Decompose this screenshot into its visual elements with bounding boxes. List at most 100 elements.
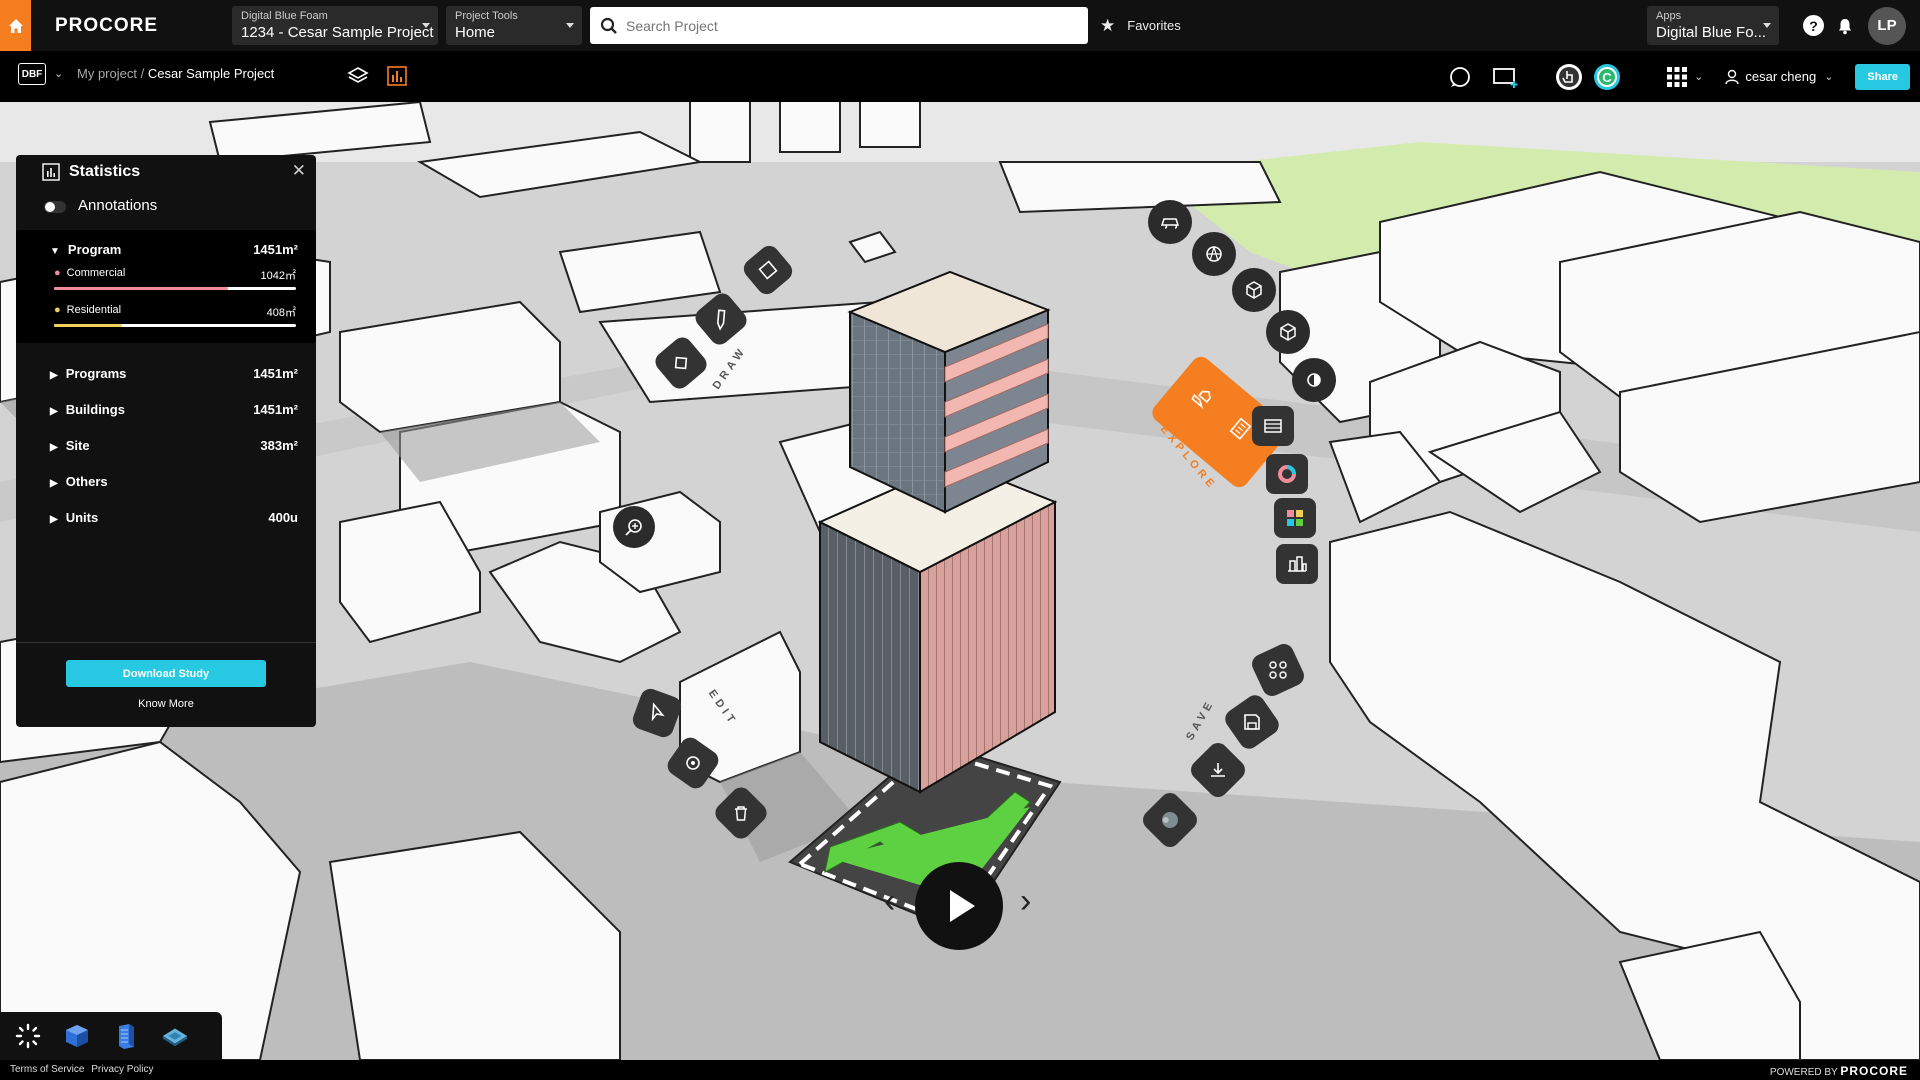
program-row[interactable]: ▼ Program 1451m²: [50, 242, 298, 257]
residential-bar-fill: [54, 324, 122, 327]
project-tools-label: Project Tools: [455, 10, 518, 22]
buildings-row[interactable]: ▶ Buildings 1451m²: [50, 402, 298, 417]
loading-spinner-icon[interactable]: [14, 1022, 42, 1050]
city-icon: [1288, 556, 1307, 572]
statistics-header: Statistics: [42, 163, 140, 181]
buildings-value: 1451m²: [253, 402, 298, 417]
layers-icon: [347, 67, 369, 83]
brightness-icon: [1307, 373, 1321, 387]
caret-down-icon: ▼: [50, 246, 60, 257]
grid-color-button[interactable]: [1274, 498, 1316, 538]
help-icon[interactable]: ?: [1803, 15, 1824, 36]
pen-icon: [716, 309, 726, 331]
residential-bar: [54, 324, 296, 327]
annotations-toggle[interactable]: [44, 201, 66, 213]
commercial-row: ● Commercial 1042㎡: [54, 267, 296, 283]
chevron-down-icon: [1763, 23, 1771, 28]
svg-text:C: C: [1602, 70, 1612, 85]
procore-logo[interactable]: PROCORE: [55, 15, 195, 37]
company-dropdown-value: 1234 - Cesar Sample Project: [241, 24, 434, 41]
caret-right-icon: ▶: [50, 514, 58, 525]
bottom-toolbar: [0, 1012, 222, 1060]
units-label: Units: [65, 510, 99, 525]
blue-tower-icon[interactable]: [112, 1022, 140, 1050]
previous-arrow[interactable]: ‹: [884, 882, 895, 921]
annotations-label: Annotations: [78, 197, 158, 214]
sun-icon: [1206, 246, 1222, 262]
city-button[interactable]: [1276, 544, 1318, 584]
color-ring-button[interactable]: [1266, 454, 1308, 494]
others-row[interactable]: ▶ Others: [50, 474, 298, 489]
know-more-link[interactable]: Know More: [16, 698, 316, 710]
download-icon: [1211, 763, 1225, 777]
residential-dot: ●: [54, 304, 61, 316]
massing-button[interactable]: [1232, 268, 1276, 312]
layers-button[interactable]: [343, 61, 373, 91]
car-button[interactable]: [1148, 200, 1192, 244]
site-label: Site: [65, 438, 90, 453]
donut-chart-icon: [1278, 465, 1296, 483]
statistics-toggle-button[interactable]: [382, 61, 412, 91]
site-row[interactable]: ▶ Site 383m²: [50, 438, 298, 453]
search-input[interactable]: [626, 17, 1066, 34]
trash-icon: [735, 806, 747, 821]
topbar-right: Apps Digital Blue Fo... ? LP: [1647, 0, 1920, 51]
avatar[interactable]: LP: [1868, 6, 1906, 45]
share-button[interactable]: Share: [1855, 63, 1910, 90]
programs-row[interactable]: ▶ Programs 1451m²: [50, 366, 298, 381]
chevron-down-icon: [566, 23, 574, 28]
zoom-in-button[interactable]: [613, 506, 655, 548]
bar-chart-icon: [387, 66, 407, 86]
hand-house-icon: [1191, 390, 1211, 409]
chevron-down-icon[interactable]: ⌄: [1694, 70, 1703, 83]
options-icon: [1269, 661, 1287, 679]
light-button[interactable]: [1292, 358, 1336, 402]
hand-touch-icon[interactable]: [1554, 62, 1584, 92]
screen-add-icon[interactable]: [1492, 65, 1520, 89]
site-plan-icon[interactable]: [161, 1022, 189, 1050]
user-name: cesar cheng: [1745, 69, 1817, 84]
bell-icon[interactable]: [1836, 17, 1854, 35]
apps-value: Digital Blue Fo...: [1656, 24, 1767, 41]
caret-right-icon: ▶: [50, 406, 58, 417]
play-button[interactable]: [915, 862, 1003, 950]
company-dropdown-label: Digital Blue Foam: [241, 10, 328, 22]
project-tools-dropdown[interactable]: Project Tools Home: [446, 6, 582, 45]
download-study-button[interactable]: Download Study: [66, 660, 266, 687]
sphere-icon: [1161, 812, 1178, 828]
play-icon: [950, 890, 975, 922]
star-icon: ★: [1100, 15, 1116, 35]
sun-path-button[interactable]: [1192, 232, 1236, 276]
units-row[interactable]: ▶ Units 400u: [50, 510, 298, 525]
close-icon[interactable]: ✕: [292, 161, 306, 181]
comment-icon[interactable]: [1448, 65, 1472, 89]
apps-dropdown[interactable]: Apps Digital Blue Fo...: [1647, 6, 1779, 45]
home-button[interactable]: [0, 0, 31, 51]
floors-button[interactable]: [1252, 406, 1294, 446]
home-icon: [8, 18, 23, 33]
commercial-bar: [54, 287, 296, 290]
privacy-link[interactable]: Privacy Policy: [91, 1064, 153, 1075]
powered-by-brand: PROCORE: [1840, 1064, 1908, 1078]
breadcrumb-separator: /: [140, 66, 145, 81]
company-dropdown[interactable]: Digital Blue Foam 1234 - Cesar Sample Pr…: [232, 6, 438, 45]
zoom-in-icon: [625, 519, 642, 536]
c-brand-icon[interactable]: C: [1592, 62, 1622, 92]
user-menu[interactable]: cesar cheng ⌄: [1725, 69, 1833, 85]
terms-link[interactable]: Terms of Service: [10, 1064, 84, 1075]
breadcrumb-parent[interactable]: My project: [77, 66, 137, 81]
next-arrow[interactable]: ›: [1020, 882, 1031, 921]
chevron-down-icon[interactable]: ⌄: [54, 67, 63, 80]
rotate-icon: [686, 756, 700, 770]
blue-cube-icon[interactable]: [63, 1022, 91, 1050]
caret-right-icon: ▶: [50, 442, 58, 453]
search-box[interactable]: [590, 7, 1088, 44]
residential-row: ● Residential 408㎡: [54, 304, 296, 320]
dbf-logo[interactable]: DBF: [18, 63, 46, 85]
commercial-label: Commercial: [66, 267, 126, 279]
box-view-button[interactable]: [1266, 310, 1310, 354]
apps-grid-icon[interactable]: [1666, 66, 1688, 88]
eraser-icon: [674, 356, 688, 370]
favorites-button[interactable]: ★ Favorites: [1100, 16, 1181, 36]
program-label: Program: [67, 242, 122, 257]
